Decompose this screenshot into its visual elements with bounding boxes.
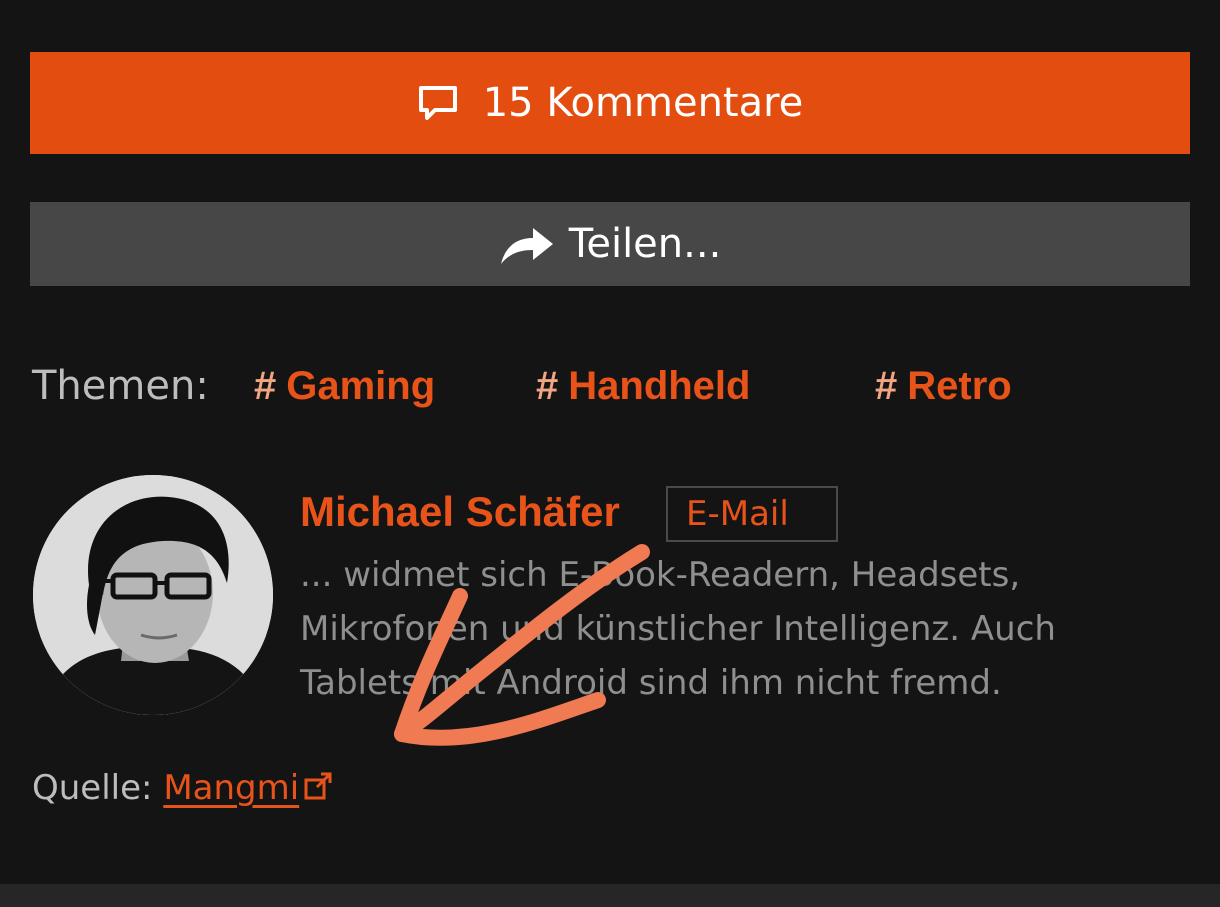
author-avatar xyxy=(33,475,273,715)
tag-retro[interactable]: # Retro xyxy=(875,364,1012,409)
external-link-icon[interactable] xyxy=(303,770,333,810)
tag-handheld[interactable]: # Handheld xyxy=(536,364,750,409)
share-button-label: Teilen... xyxy=(568,221,722,267)
author-bio: ... widmet sich E-Book-Readern, Headsets… xyxy=(300,555,1056,703)
share-arrow-icon xyxy=(499,222,555,266)
comments-button[interactable]: 15 Kommentare xyxy=(30,52,1190,154)
share-button[interactable]: Teilen... xyxy=(30,202,1190,286)
footer-strip xyxy=(0,884,1220,907)
tag-label: Gaming xyxy=(286,363,436,408)
tag-label: Handheld xyxy=(568,363,751,408)
tag-gaming[interactable]: # Gaming xyxy=(254,364,435,409)
tag-hash: # xyxy=(254,363,277,408)
topics-row: Themen: # Gaming # Handheld # Retro xyxy=(32,354,1012,418)
source-label: Quelle: xyxy=(32,768,153,808)
tag-hash: # xyxy=(875,363,898,408)
comment-icon xyxy=(417,84,459,122)
comments-button-label: 15 Kommentare xyxy=(482,80,804,126)
topics-label: Themen: xyxy=(32,363,209,409)
source-line: Quelle: Mangmi xyxy=(32,768,333,810)
tag-hash: # xyxy=(536,363,559,408)
email-button[interactable]: E-Mail xyxy=(666,486,838,542)
source-link[interactable]: Mangmi xyxy=(163,768,299,808)
tag-label: Retro xyxy=(907,363,1012,408)
author-name[interactable]: Michael Schäfer xyxy=(300,488,620,536)
